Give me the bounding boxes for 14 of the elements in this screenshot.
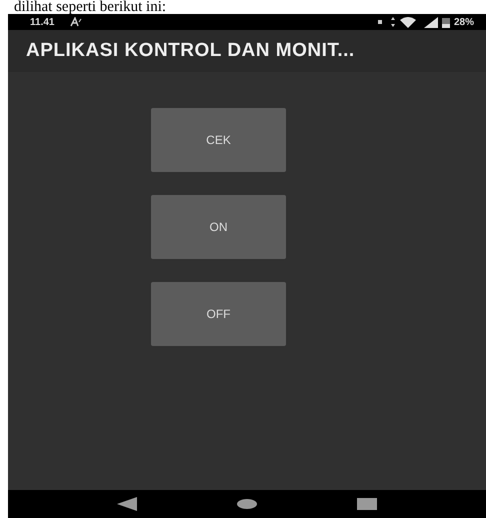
home-icon[interactable] <box>237 499 257 509</box>
status-time: 11.41 <box>30 16 54 30</box>
battery-percent: 28% <box>454 16 474 30</box>
document-text: dilihat seperti berikut ini: <box>13 0 168 14</box>
font-icon <box>70 17 82 27</box>
data-arrows-icon <box>390 17 396 27</box>
action-button[interactable]: CEK <box>151 108 286 172</box>
back-icon[interactable] <box>117 497 137 511</box>
battery-icon <box>442 16 450 28</box>
wifi-icon <box>400 16 416 28</box>
signal-icon <box>424 16 438 28</box>
action-button[interactable]: OFF <box>151 282 286 346</box>
action-button[interactable]: ON <box>151 195 286 259</box>
app-title: APLIKASI KONTROL DAN MONIT... <box>26 38 355 63</box>
